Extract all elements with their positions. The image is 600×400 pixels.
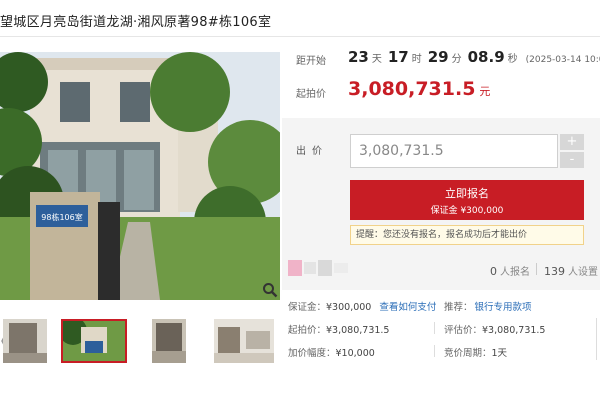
deposit-value: ¥300,000 — [326, 302, 372, 313]
countdown-hours-unit: 时 — [411, 54, 422, 65]
recommend-key: 推荐： — [444, 302, 473, 313]
thumbnail-4[interactable] — [214, 319, 274, 363]
start-price-info: 起拍价：¥3,080,731.5 — [288, 322, 389, 336]
applicants-count: 0 — [490, 265, 497, 278]
reminders-stat: 139 人设置 — [544, 263, 598, 278]
enroll-notice: 提醒：您还没有报名，报名成功后才能出价 — [350, 225, 584, 245]
enroll-deposit-line: 保证金 ¥300,000 — [430, 206, 504, 216]
page-title: 望城区月亮岛街道龙湖·湘风原著98#栋106室 — [0, 15, 272, 30]
thumbnail-2-image — [63, 321, 125, 361]
thumbnail-1[interactable] — [3, 319, 47, 363]
increment-value: ¥10,000 — [335, 348, 375, 359]
thumbnail-4-image — [214, 319, 274, 363]
property-photo-image: 98栋106室 — [0, 52, 280, 300]
increment-key: 加价幅度： — [288, 348, 336, 359]
enroll-button[interactable]: 立即报名 保证金 ¥300,000 — [350, 180, 584, 220]
house-number-sign: 98栋106室 — [41, 212, 82, 222]
reminders-count: 139 — [544, 265, 565, 278]
countdown-minutes-unit: 分 — [451, 54, 462, 65]
applicants-label: 人报名 — [500, 267, 530, 278]
property-photo[interactable]: 98栋106室 — [0, 52, 280, 300]
increment-info: 加价幅度：¥10,000 — [288, 345, 375, 359]
thumbnail-3[interactable] — [152, 319, 186, 363]
how-to-pay-link[interactable]: 查看如何支付 — [379, 302, 436, 313]
bid-cycle-value: 1天 — [491, 348, 508, 359]
countdown-days-unit: 天 — [371, 54, 382, 65]
thumbnail-2-active[interactable] — [61, 319, 127, 363]
countdown-hours: 17 — [387, 48, 409, 66]
info-divider-1 — [434, 322, 435, 334]
bid-label: 出价 — [296, 146, 328, 157]
start-price-label: 起拍价 — [296, 89, 326, 100]
eval-price-value: ¥3,080,731.5 — [482, 325, 546, 336]
countdown-start-date: (2025-03-14 10:00 — [525, 55, 600, 65]
countdown-days: 23 — [348, 48, 369, 66]
start-price-info-value: ¥3,080,731.5 — [326, 325, 390, 336]
eval-price-info: 评估价：¥3,080,731.5 — [444, 322, 545, 336]
recommend-info: 推荐： 银行专用款项 — [444, 299, 532, 313]
zoom-icon[interactable] — [262, 282, 278, 298]
countdown-label: 距开始 — [296, 56, 326, 67]
eval-price-key: 评估价： — [444, 325, 483, 336]
bank-account-link[interactable]: 银行专用款项 — [475, 302, 532, 313]
stats-row: 0 人报名 139 人设置 — [282, 256, 600, 286]
increase-bid-button[interactable]: + — [560, 134, 584, 150]
decrease-bid-button[interactable]: - — [560, 152, 584, 168]
start-price-unit: 元 — [479, 85, 491, 98]
title-divider — [0, 36, 600, 37]
thumbnail-1-image — [3, 319, 47, 363]
bid-amount-input[interactable]: 3,080,731.5 — [350, 134, 558, 168]
blurred-name — [288, 260, 348, 276]
deposit-key: 保证金： — [288, 302, 327, 313]
thumbnail-3-image — [152, 319, 186, 363]
stats-divider — [536, 263, 537, 275]
countdown-minutes: 29 — [427, 48, 449, 66]
applicants-stat: 0 人报名 — [490, 263, 530, 278]
enroll-button-label: 立即报名 — [445, 187, 489, 200]
deposit-info: 保证金：¥300,000 查看如何支付 — [288, 299, 436, 313]
reminders-label: 人设置 — [568, 267, 598, 278]
start-price-info-key: 起拍价： — [288, 325, 327, 336]
right-edge-divider — [596, 318, 597, 360]
bid-cycle-info: 竞价周期：1天 — [444, 345, 507, 359]
info-divider-2 — [434, 345, 435, 357]
start-price-value: 3,080,731.5 — [348, 78, 476, 100]
countdown-seconds: 08.9 — [467, 48, 505, 66]
countdown-timer: 23天 17时 29分 08.9秒 (2025-03-14 10:00 — [348, 48, 600, 66]
countdown-seconds-unit: 秒 — [507, 54, 518, 65]
start-price: 3,080,731.5 元 — [348, 78, 490, 100]
bid-cycle-key: 竞价周期： — [444, 348, 492, 359]
